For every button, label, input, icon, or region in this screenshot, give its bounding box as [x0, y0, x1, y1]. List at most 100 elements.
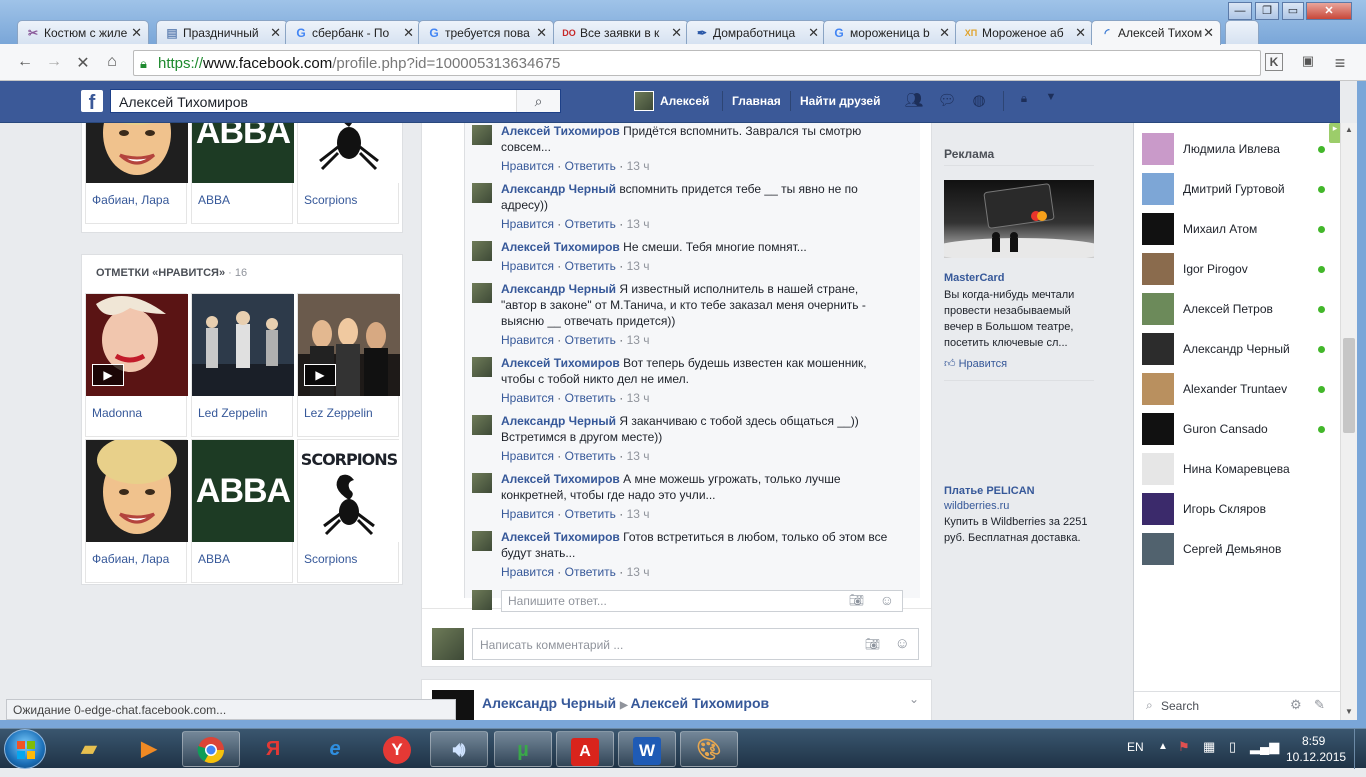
tile-name[interactable]: Фабиан, Лара — [92, 552, 169, 566]
comment-avatar[interactable] — [472, 531, 492, 551]
acrobat-taskbar-icon[interactable]: A — [556, 731, 614, 767]
tab-close-icon[interactable]: ✕ — [808, 25, 819, 41]
tile-led-zeppelin[interactable]: Led Zeppelin — [191, 293, 294, 437]
chrome-taskbar-icon[interactable] — [182, 731, 240, 767]
chat-friend[interactable]: Нина Комаревцева — [1142, 453, 1332, 485]
comment-time[interactable]: 13 ч — [627, 391, 650, 405]
tile-name[interactable]: Scorpions — [304, 193, 357, 207]
extension-icon[interactable]: ▣ — [1298, 53, 1318, 69]
post-target-link[interactable]: Алексей Тихомиров — [631, 695, 770, 711]
tile-name[interactable]: Madonna — [92, 406, 142, 420]
comment-author[interactable]: Алексей Тихомиров — [501, 356, 620, 370]
tile-lez-zeppelin[interactable]: ▶ Lez Zeppelin — [297, 293, 400, 437]
network-icon[interactable]: ▦ — [1203, 739, 1215, 755]
tile-name[interactable]: ABBA — [198, 193, 230, 207]
video-play-icon[interactable]: ▶ — [92, 364, 124, 386]
tile-name[interactable]: ABBA — [198, 552, 230, 566]
compose-icon[interactable]: ✎ — [1314, 697, 1325, 713]
battery-icon[interactable]: ▯ — [1229, 739, 1236, 755]
yandex-browser-taskbar-icon[interactable]: Я — [244, 731, 302, 767]
tab-close-icon[interactable]: ✕ — [270, 25, 281, 41]
find-friends-link[interactable]: Найти друзей — [800, 94, 880, 108]
comment-reply-link[interactable]: Ответить — [565, 391, 616, 405]
menu-icon[interactable]: ≡ — [1330, 53, 1350, 74]
chat-friend[interactable]: Дмитрий Гуртовой — [1142, 173, 1332, 205]
signal-icon[interactable]: ▂▄▆ — [1250, 739, 1279, 755]
tab-close-icon[interactable]: ✕ — [403, 25, 414, 41]
browser-tab[interactable]: Gтребуется пова ✕ — [418, 20, 554, 44]
comment-author[interactable]: Алексей Тихомиров — [501, 240, 620, 254]
ad2-domain[interactable]: wildberries.ru — [944, 500, 1009, 512]
camera-icon[interactable]: 📷︎ — [865, 637, 880, 651]
sound-taskbar-icon[interactable]: 🔊︎ — [430, 731, 488, 767]
minimize-button[interactable]: — — [1228, 2, 1252, 20]
chat-friend[interactable]: Людмила Ивлева — [1142, 133, 1332, 165]
browser-tab[interactable]: ◜ Алексей Тихом ✕ — [1091, 20, 1221, 45]
comment-reply-link[interactable]: Ответить — [565, 333, 616, 347]
internet-explorer-taskbar-icon[interactable]: e — [306, 731, 364, 767]
browser-tab[interactable]: ✂ Костюм с жиле ✕ — [17, 20, 149, 44]
start-button[interactable] — [4, 729, 46, 769]
ad2-text[interactable]: Купить в Wildberries за 2251 руб. Беспла… — [944, 514, 1094, 546]
tab-close-icon[interactable]: ✕ — [1203, 25, 1214, 41]
kaspersky-icon[interactable]: K — [1265, 53, 1283, 71]
comment-like-link[interactable]: Нравится — [501, 217, 554, 231]
clock-time[interactable]: 8:59 — [1302, 734, 1325, 748]
search-icon[interactable]: ⌕ — [516, 90, 560, 112]
comment-reply-link[interactable]: Ответить — [565, 259, 616, 273]
scroll-up-icon[interactable]: ▲ — [1345, 125, 1353, 134]
post-author-link[interactable]: Александр Черный — [482, 695, 616, 711]
comment-input[interactable]: Написать комментарий ... 📷︎ ☺ — [472, 628, 919, 660]
tab-close-icon[interactable]: ✕ — [536, 25, 547, 41]
chat-friend[interactable]: Михаил Атом — [1142, 213, 1332, 245]
tile-button[interactable]: ▭ — [1282, 2, 1304, 20]
chat-friend[interactable]: Igor Pirogov — [1142, 253, 1332, 285]
show-desktop-button[interactable] — [1354, 729, 1366, 769]
comment-like-link[interactable]: Нравится — [501, 391, 554, 405]
comment-reply-link[interactable]: Ответить — [565, 217, 616, 231]
comment-like-link[interactable]: Нравится — [501, 449, 554, 463]
tile-scorpions[interactable]: Scorpions — [297, 123, 400, 224]
chat-friend[interactable]: Alexander Truntaev — [1142, 373, 1332, 405]
tray-expand-icon[interactable]: ▲ — [1158, 741, 1168, 752]
tile-name[interactable]: Lez Zeppelin — [304, 406, 373, 420]
utorrent-taskbar-icon[interactable]: µ — [494, 731, 552, 767]
yandex-taskbar-icon[interactable]: Y — [368, 731, 426, 767]
comment-time[interactable]: 13 ч — [627, 159, 650, 173]
back-icon[interactable]: ← — [15, 53, 35, 71]
comment-time[interactable]: 13 ч — [627, 449, 650, 463]
comment-author[interactable]: Алексей Тихомиров — [501, 124, 620, 138]
tile-abba[interactable]: ABBA ABBA — [191, 439, 294, 583]
tile-fabian[interactable]: Фабиан, Лара — [85, 123, 188, 224]
comment-like-link[interactable]: Нравится — [501, 259, 554, 273]
browser-tab[interactable]: ✒ Домработница ✕ — [686, 20, 826, 44]
browser-tab[interactable]: Gсбербанк - По ✕ — [285, 20, 421, 44]
tile-madonna[interactable]: ▶ Madonna — [85, 293, 188, 437]
comment-reply-link[interactable]: Ответить — [565, 159, 616, 173]
privacy-shortcuts-icon[interactable]: 🔒︎ — [1013, 91, 1035, 111]
comment-author[interactable]: Александр Черный — [501, 182, 616, 196]
explorer-taskbar-icon[interactable]: ▰ — [60, 731, 118, 767]
user-name-link[interactable]: Алексей — [660, 94, 709, 108]
messages-icon[interactable]: 💬︎ — [936, 91, 958, 111]
comment-like-link[interactable]: Нравится — [501, 159, 554, 173]
reply-input[interactable]: Напишите ответ... 📷︎ ☺ — [501, 590, 903, 612]
browser-tab[interactable]: Gмороженица b ✕ — [823, 20, 957, 44]
tab-close-icon[interactable]: ✕ — [1075, 25, 1086, 41]
comment-avatar[interactable] — [472, 241, 492, 261]
tile-name[interactable]: Фабиан, Лара — [92, 193, 169, 207]
gear-icon[interactable]: ⚙ — [1290, 697, 1302, 713]
emoji-icon[interactable]: ☺ — [880, 592, 894, 608]
tab-close-icon[interactable]: ✕ — [671, 25, 682, 41]
ad1-like-link[interactable]: 👍︎ Нравится — [944, 357, 1007, 370]
comment-avatar[interactable] — [472, 125, 492, 145]
tile-scorpions[interactable]: SCORPIONS Scorpions — [297, 439, 400, 583]
video-play-icon[interactable]: ▶ — [304, 364, 336, 386]
comment-like-link[interactable]: Нравится — [501, 507, 554, 521]
tile-fabian[interactable]: Фабиан, Лара — [85, 439, 188, 583]
tile-abba[interactable]: ABBA ABBA — [191, 123, 294, 224]
comment-avatar[interactable] — [472, 283, 492, 303]
post-options-chevron-icon[interactable]: ⌄ — [909, 692, 919, 706]
comment-author[interactable]: Александр Черный — [501, 414, 616, 428]
tab-close-icon[interactable]: ✕ — [131, 25, 142, 41]
